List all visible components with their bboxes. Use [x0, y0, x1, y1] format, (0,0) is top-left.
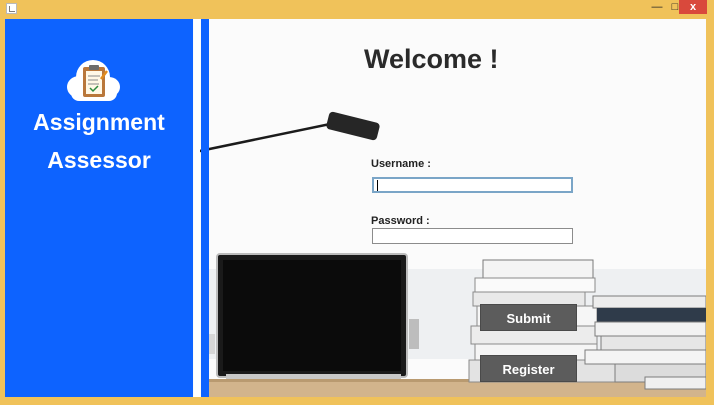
text-cursor	[377, 180, 378, 191]
register-button[interactable]: Register	[480, 355, 577, 382]
content-area: Assignment Assessor Welcome ! Username :…	[5, 19, 706, 397]
app-title-line1: Assignment	[33, 109, 165, 135]
username-field[interactable]	[372, 177, 573, 193]
welcome-heading: Welcome !	[364, 44, 499, 74]
title-bar: — □ x	[0, 0, 714, 18]
sidebar-divider-gap	[194, 19, 200, 397]
clipboard-cloud-icon	[67, 60, 120, 101]
minimize-button[interactable]: —	[648, 0, 666, 14]
sidebar-panel: Assignment Assessor	[5, 19, 193, 397]
app-title-line2: Assessor	[47, 147, 151, 173]
app-icon	[6, 3, 17, 14]
password-field[interactable]	[372, 228, 573, 244]
username-label: Username :	[371, 158, 431, 170]
sidebar-divider-stripe	[201, 19, 209, 397]
close-button[interactable]: x	[679, 0, 707, 14]
submit-button[interactable]: Submit	[480, 304, 577, 331]
app-window: — □ x Assignment Assessor Welcome ! User…	[0, 0, 714, 405]
password-label: Password :	[371, 215, 430, 227]
